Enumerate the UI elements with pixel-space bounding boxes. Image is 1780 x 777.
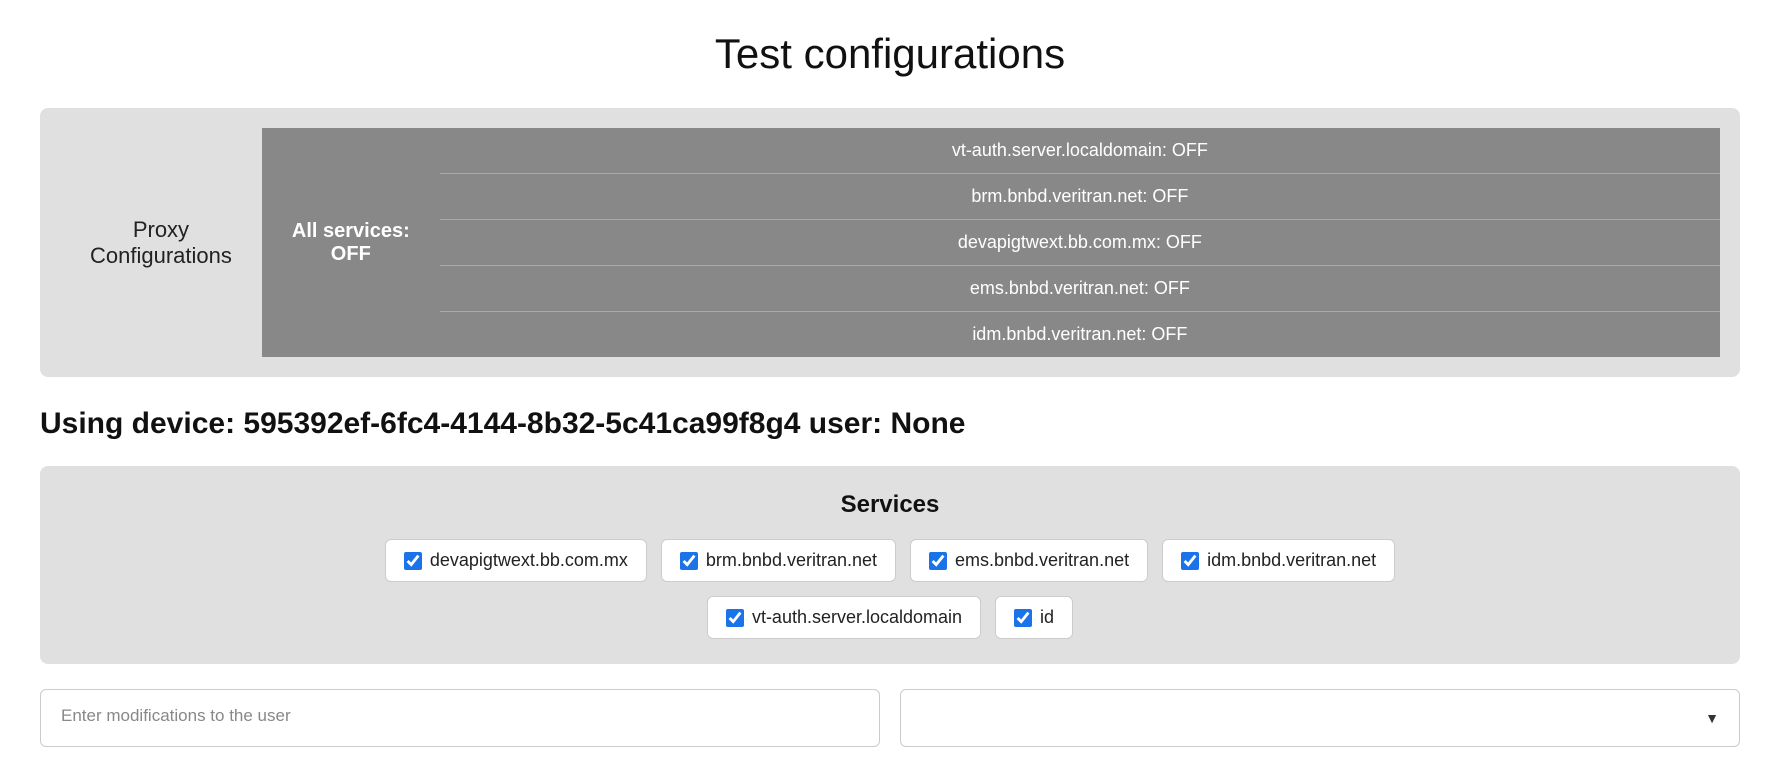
service-label: idm.bnbd.veritran.net	[1207, 550, 1376, 571]
proxy-service-row: devapigtwext.bb.com.mx: OFF	[440, 220, 1720, 266]
proxy-service-row: ems.bnbd.veritran.net: OFF	[440, 266, 1720, 312]
right-input-box[interactable]: ▼	[900, 689, 1740, 747]
service-checkbox-vtauth[interactable]: vt-auth.server.localdomain	[707, 596, 981, 639]
checkbox-brm[interactable]	[680, 552, 698, 570]
checkbox-vtauth[interactable]	[726, 609, 744, 627]
service-checkbox-devapigtwext[interactable]: devapigtwext.bb.com.mx	[385, 539, 647, 582]
proxy-service-row: brm.bnbd.veritran.net: OFF	[440, 174, 1720, 220]
scroll-down-icon[interactable]: ▼	[1705, 710, 1719, 726]
service-label: ems.bnbd.veritran.net	[955, 550, 1129, 571]
services-row-1: devapigtwext.bb.com.mx brm.bnbd.veritran…	[70, 539, 1710, 582]
proxy-services-list: vt-auth.server.localdomain: OFF brm.bnbd…	[440, 128, 1720, 357]
bottom-inputs: Enter modifications to the user ▼	[40, 689, 1740, 747]
service-label: devapigtwext.bb.com.mx	[430, 550, 628, 571]
services-section: Services devapigtwext.bb.com.mx brm.bnbd…	[40, 466, 1740, 664]
service-checkbox-brm[interactable]: brm.bnbd.veritran.net	[661, 539, 896, 582]
device-info: Using device: 595392ef-6fc4-4144-8b32-5c…	[40, 407, 1740, 441]
modifications-placeholder: Enter modifications to the user	[61, 706, 291, 725]
proxy-service-row: idm.bnbd.veritran.net: OFF	[440, 312, 1720, 357]
all-services-cell: All services:OFF	[262, 128, 440, 357]
service-label: brm.bnbd.veritran.net	[706, 550, 877, 571]
checkbox-idm[interactable]	[1181, 552, 1199, 570]
proxy-table: ProxyConfigurations All services:OFF vt-…	[60, 128, 1720, 357]
service-checkbox-id[interactable]: id	[995, 596, 1073, 639]
service-label: id	[1040, 607, 1054, 628]
checkbox-ems[interactable]	[929, 552, 947, 570]
page-title: Test configurations	[40, 30, 1740, 78]
proxy-service-row: vt-auth.server.localdomain: OFF	[440, 128, 1720, 174]
checkbox-devapigtwext[interactable]	[404, 552, 422, 570]
services-title: Services	[70, 491, 1710, 519]
service-label: vt-auth.server.localdomain	[752, 607, 962, 628]
proxy-configurations-section: ProxyConfigurations All services:OFF vt-…	[40, 108, 1740, 377]
service-checkbox-idm[interactable]: idm.bnbd.veritran.net	[1162, 539, 1395, 582]
modifications-input[interactable]: Enter modifications to the user	[40, 689, 880, 747]
services-row-2: vt-auth.server.localdomain id	[70, 596, 1710, 639]
checkbox-id[interactable]	[1014, 609, 1032, 627]
service-checkbox-ems[interactable]: ems.bnbd.veritran.net	[910, 539, 1148, 582]
proxy-label: ProxyConfigurations	[60, 128, 262, 357]
